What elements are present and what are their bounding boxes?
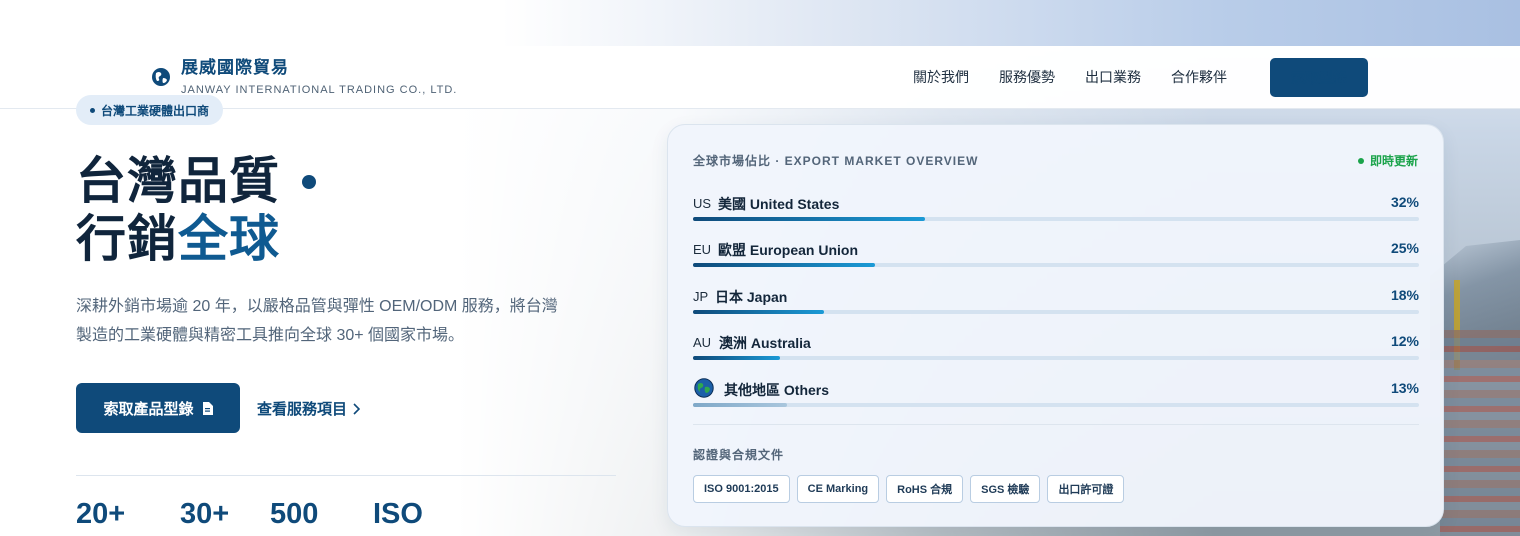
market-row: EU 歐盟 European Union 25% [693, 240, 1419, 270]
market-code: EU [693, 242, 712, 257]
export-market-card: 全球市場佔比 · EXPORT MARKET OVERVIEW 即時更新 US … [667, 124, 1444, 527]
market-bar-track [693, 403, 1419, 407]
market-row: US 美國 United States 32% [693, 194, 1419, 224]
market-bar-track [693, 217, 1419, 221]
market-code: JP [693, 289, 709, 304]
market-bar-track [693, 263, 1419, 267]
card-divider [693, 424, 1419, 425]
market-bar-fill [693, 403, 788, 407]
main-nav: 關於我們 服務優勢 出口業務 合作夥伴 [913, 66, 1227, 88]
market-name: 日本 Japan [715, 289, 788, 305]
badge-dot [90, 107, 95, 113]
cert-tag: ISO 9001:2015 [693, 475, 790, 503]
site-header: 展威國際貿易 JANWAY INTERNATIONAL TRADING CO.,… [0, 46, 1520, 109]
request-catalog-button[interactable]: 索取產品型錄 [76, 383, 240, 433]
cert-tag: 出口許可證 [1047, 475, 1125, 503]
sky-band [0, 0, 1520, 46]
stat-countries: 30+ [180, 498, 230, 530]
cert-tag: SGS 檢驗 [970, 475, 1041, 503]
market-name: 澳洲 Australia [719, 335, 811, 351]
market-percent: 18% [1390, 287, 1419, 303]
background-containers [1440, 330, 1520, 536]
globe-icon [152, 68, 170, 86]
title-dot [302, 175, 316, 189]
hero-badge: 台灣工業硬體出口商 [76, 95, 224, 125]
market-bar-fill [693, 217, 926, 221]
market-bar-fill [693, 356, 781, 360]
header-catalog-button[interactable]: 索取型錄 [1270, 58, 1368, 97]
market-row: 其他地區 Others 13% [693, 378, 1419, 410]
market-code: US [693, 196, 712, 211]
stats-divider [76, 475, 616, 476]
market-bar-track [693, 310, 1419, 314]
badge-label: 台灣工業硬體出口商 [101, 103, 210, 118]
nav-about[interactable]: 關於我們 [913, 66, 969, 88]
live-dot [1357, 157, 1364, 164]
hero-description: 深耕外銷市場逾 20 年，以嚴格品管與彈性 OEM/ODM 服務，將台灣製造的工… [76, 298, 558, 344]
market-name: 其他地區 Others [724, 382, 830, 398]
market-bar-fill [693, 310, 824, 314]
view-services-label: 查看服務項目 [257, 401, 348, 418]
stat-iso: ISO [373, 498, 423, 530]
logo[interactable]: 展威國際貿易 JANWAY INTERNATIONAL TRADING CO.,… [151, 58, 457, 97]
market-name: 歐盟 European Union [718, 242, 858, 258]
hero-title-accent: 全球 [178, 211, 280, 267]
market-percent: 25% [1390, 240, 1419, 256]
market-code: AU [693, 335, 712, 350]
stat-years: 20+ [76, 498, 126, 530]
request-catalog-label: 索取產品型錄 [103, 400, 194, 418]
nav-export[interactable]: 出口業務 [1085, 66, 1141, 88]
market-name: 美國 United States [718, 196, 840, 212]
cert-tag: RoHS 合規 [886, 475, 964, 503]
market-row: JP 日本 Japan 18% [693, 287, 1419, 317]
card-heading: 全球市場佔比 · EXPORT MARKET OVERVIEW [693, 154, 979, 168]
live-indicator: 即時更新 [1357, 152, 1418, 169]
document-icon [202, 401, 213, 415]
cert-title: 認證與合規文件 [693, 448, 785, 462]
globe-icon [694, 378, 714, 398]
market-bar-fill [693, 263, 875, 267]
market-bar-track [693, 356, 1419, 360]
nav-partners[interactable]: 合作夥伴 [1171, 66, 1227, 88]
logo-name-cn: 展威國際貿易 [181, 58, 289, 77]
chevron-right-icon [353, 402, 361, 415]
market-percent: 12% [1390, 333, 1419, 349]
cert-tag: CE Marking [796, 475, 880, 503]
hero-title-line1: 台灣品質 [76, 153, 280, 209]
hero-title-line2-a: 行銷 [76, 211, 178, 267]
hero-title: 台灣品質 行銷全球 [76, 152, 280, 268]
hero-title-line2: 行銷全球 [76, 210, 280, 268]
nav-advantages[interactable]: 服務優勢 [999, 66, 1055, 88]
market-row: AU 澳洲 Australia 12% [693, 333, 1419, 363]
stat-products: 500 [270, 498, 319, 530]
market-percent: 32% [1390, 194, 1419, 210]
logo-name-en: JANWAY INTERNATIONAL TRADING CO., LTD. [181, 84, 458, 96]
cert-list: ISO 9001:2015 CE Marking RoHS 合規 SGS 檢驗 … [693, 475, 1125, 503]
market-percent: 13% [1390, 380, 1419, 396]
live-label: 即時更新 [1369, 154, 1418, 168]
view-services-link[interactable]: 查看服務項目 [257, 398, 361, 419]
